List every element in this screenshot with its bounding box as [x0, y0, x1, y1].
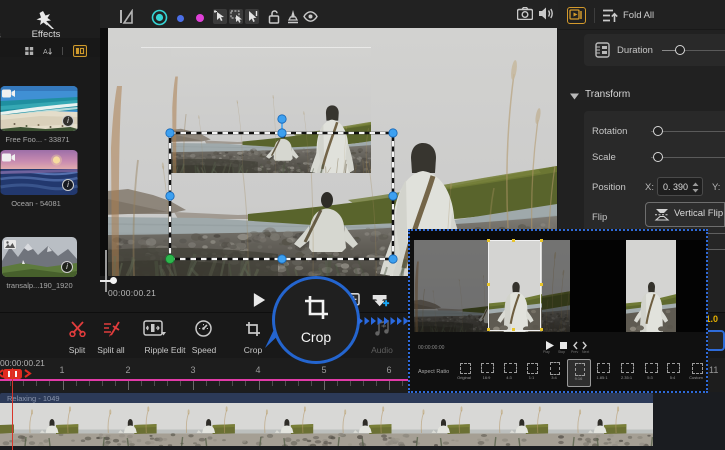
svg-text:A: A: [43, 48, 48, 56]
